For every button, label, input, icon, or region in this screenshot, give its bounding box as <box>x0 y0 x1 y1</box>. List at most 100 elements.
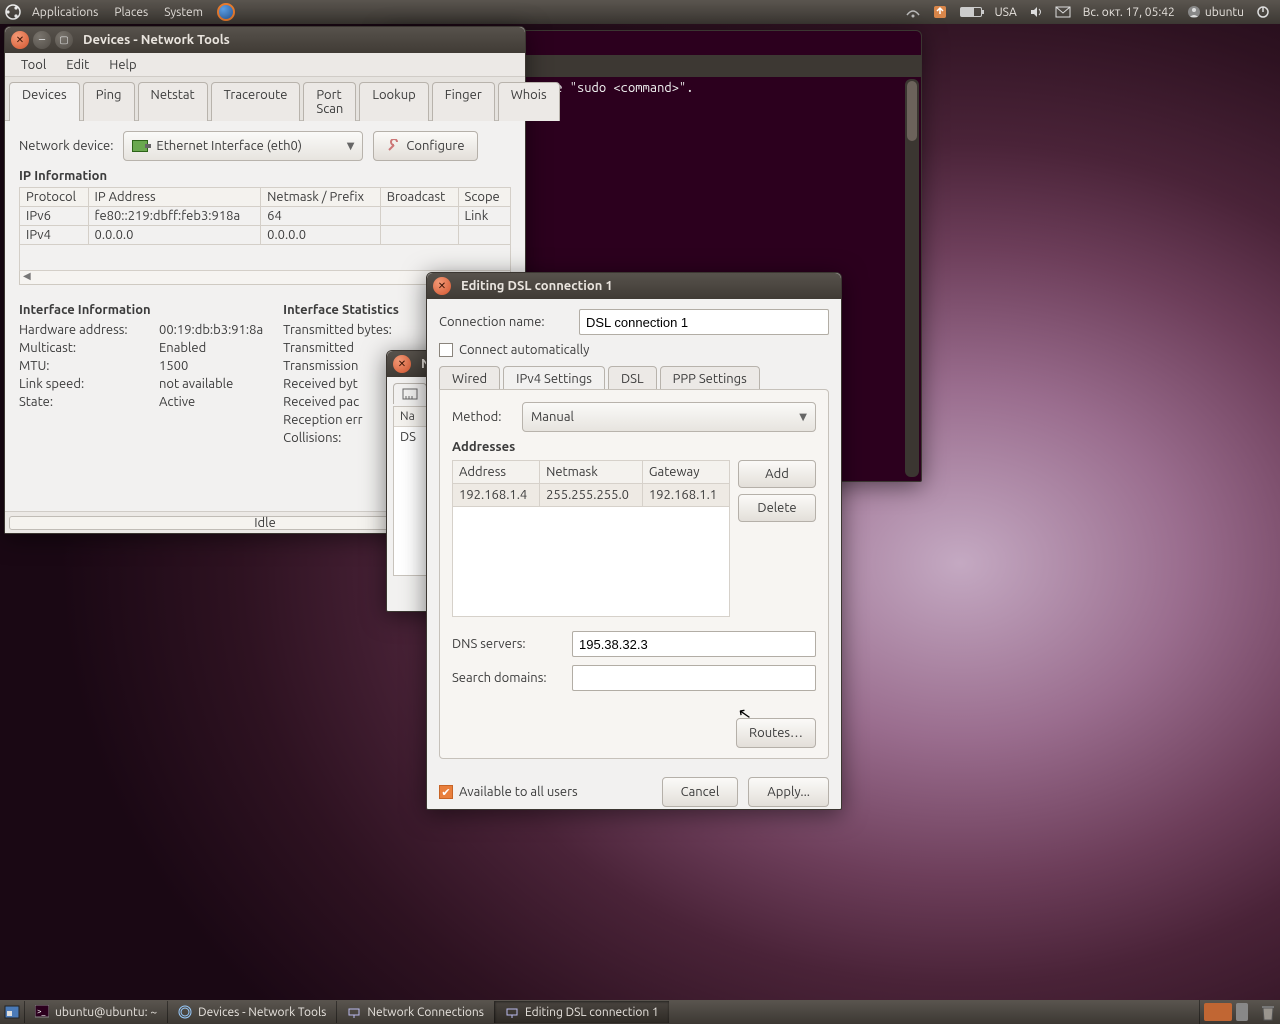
add-button[interactable]: Add <box>738 460 816 488</box>
task-terminal[interactable]: >_ ubuntu@ubuntu: ~ <box>24 1001 167 1023</box>
dsl-editing-dialog: ✕ Editing DSL connection 1 Connection na… <box>426 272 842 810</box>
dsl-titlebar[interactable]: ✕ Editing DSL connection 1 <box>427 273 841 299</box>
tab-ipv4[interactable]: IPv4 Settings <box>503 366 605 391</box>
cancel-button[interactable]: Cancel <box>662 777 739 807</box>
routes-button[interactable]: Routes… <box>736 718 816 748</box>
close-icon[interactable]: ✕ <box>11 31 29 49</box>
method-dropdown[interactable]: Manual ▼ <box>522 402 816 432</box>
ip-info-heading: IP Information <box>19 169 511 183</box>
tab-devices[interactable]: Devices <box>9 82 80 121</box>
clock-indicator[interactable]: Вс. окт. 17, 05:42 <box>1077 6 1181 19</box>
connect-auto-label[interactable]: Connect automatically <box>459 343 589 357</box>
ethernet-icon <box>402 388 418 400</box>
session-indicator-icon[interactable] <box>1250 5 1276 19</box>
chevron-down-icon: ▼ <box>799 411 807 423</box>
col-gateway[interactable]: Gateway <box>642 461 729 484</box>
close-icon[interactable]: ✕ <box>393 355 411 373</box>
available-all-users-checkbox[interactable]: ✔ <box>439 785 453 799</box>
connection-name-input[interactable] <box>579 309 829 335</box>
workspace-switcher[interactable] <box>1204 1003 1232 1021</box>
svg-text:>_: >_ <box>37 1007 46 1016</box>
trash-icon[interactable] <box>1260 1003 1276 1021</box>
nettools-tabbar: Devices Ping Netstat Traceroute Port Sca… <box>5 77 525 121</box>
nettools-titlebar[interactable]: ✕ ─ ▢ Devices - Network Tools <box>5 27 525 53</box>
show-desktop-button[interactable] <box>0 1000 24 1024</box>
top-panel: Applications Places System USA Вс. окт. … <box>0 0 1280 24</box>
close-icon[interactable]: ✕ <box>433 277 451 295</box>
user-name: ubuntu <box>1205 6 1244 19</box>
task-nettools[interactable]: Devices - Network Tools <box>167 1001 336 1023</box>
wrench-icon <box>386 139 400 153</box>
tab-traceroute[interactable]: Traceroute <box>211 82 301 121</box>
addresses-table[interactable]: Address Netmask Gateway 192.168.1.4 255.… <box>452 460 730 617</box>
nettools-menubar: Tool Edit Help <box>5 53 525 77</box>
help-menu[interactable]: Help <box>99 56 146 74</box>
network-connections-icon <box>347 1005 361 1019</box>
table-row[interactable]: IPv40.0.0.00.0.0.0 <box>20 226 511 245</box>
tab-lookup[interactable]: Lookup <box>359 82 428 121</box>
chevron-down-icon: ▼ <box>347 140 355 152</box>
method-value: Manual <box>531 410 574 424</box>
tool-menu[interactable]: Tool <box>11 56 56 74</box>
col-broadcast[interactable]: Broadcast <box>380 188 458 207</box>
volume-indicator-icon[interactable] <box>1023 5 1049 19</box>
iface-info-heading: Interface Information <box>19 303 263 317</box>
task-dsl-editing[interactable]: Editing DSL connection 1 <box>494 1001 669 1023</box>
dns-input[interactable] <box>572 631 816 657</box>
maximize-icon[interactable]: ▢ <box>55 31 73 49</box>
tab-ppp[interactable]: PPP Settings <box>660 366 760 391</box>
col-address[interactable]: Address <box>453 461 540 484</box>
configure-button[interactable]: Configure <box>373 131 477 161</box>
keyboard-indicator[interactable]: USA <box>988 6 1022 19</box>
minimize-icon[interactable]: ─ <box>33 31 51 49</box>
addresses-heading: Addresses <box>452 440 816 454</box>
search-domains-label: Search domains: <box>452 671 562 685</box>
network-tools-icon <box>178 1005 192 1019</box>
network-device-dropdown[interactable]: Ethernet Interface (eth0) ▼ <box>123 131 363 161</box>
tab-whois[interactable]: Whois <box>498 82 560 121</box>
update-indicator-icon[interactable] <box>926 4 954 20</box>
connect-auto-checkbox[interactable] <box>439 343 453 357</box>
tab-netstat[interactable]: Netstat <box>138 82 208 121</box>
tab-finger[interactable]: Finger <box>432 82 495 121</box>
search-domains-input[interactable] <box>572 665 816 691</box>
window-title: Devices - Network Tools <box>83 33 230 47</box>
available-all-users-label[interactable]: Available to all users <box>459 785 578 799</box>
ip-info-table: Protocol IP Address Netmask / Prefix Bro… <box>19 187 511 271</box>
dns-label: DNS servers: <box>452 637 562 651</box>
connection-name-label: Connection name: <box>439 315 569 329</box>
task-netconn[interactable]: Network Connections <box>336 1001 494 1023</box>
terminal-icon: >_ <box>35 1005 49 1019</box>
firefox-icon[interactable] <box>217 3 235 21</box>
col-netmask[interactable]: Netmask <box>540 461 643 484</box>
applications-menu[interactable]: Applications <box>24 6 106 19</box>
table-row[interactable]: 192.168.1.4 255.255.255.0 192.168.1.1 <box>453 484 730 507</box>
tab-dsl[interactable]: DSL <box>608 366 657 391</box>
col-scope[interactable]: Scope <box>458 188 510 207</box>
network-device-value: Ethernet Interface (eth0) <box>156 139 302 153</box>
system-menu[interactable]: System <box>156 6 211 19</box>
terminal-scrollbar[interactable] <box>905 79 919 477</box>
tab-wired[interactable]: Wired <box>439 366 500 391</box>
tab-wired[interactable] <box>393 383 427 404</box>
apply-button[interactable]: Apply... <box>748 777 829 807</box>
col-ip[interactable]: IP Address <box>88 188 261 207</box>
network-indicator-icon[interactable] <box>900 5 926 19</box>
ubuntu-logo-icon[interactable] <box>4 3 22 21</box>
delete-button[interactable]: Delete <box>738 494 816 522</box>
method-label: Method: <box>452 410 512 424</box>
messaging-indicator-icon[interactable] <box>1049 6 1077 18</box>
tab-portscan[interactable]: Port Scan <box>303 82 356 121</box>
ethernet-icon <box>132 140 148 152</box>
user-indicator[interactable]: ubuntu <box>1181 5 1250 19</box>
window-title: Editing DSL connection 1 <box>461 279 613 293</box>
col-netmask[interactable]: Netmask / Prefix <box>261 188 381 207</box>
edit-menu[interactable]: Edit <box>56 56 99 74</box>
network-device-label: Network device: <box>19 139 113 153</box>
tab-ping[interactable]: Ping <box>83 82 135 121</box>
battery-indicator-icon[interactable] <box>954 7 988 17</box>
table-row[interactable]: IPv6fe80::219:dbff:feb3:918a64Link <box>20 207 511 226</box>
col-protocol[interactable]: Protocol <box>20 188 89 207</box>
places-menu[interactable]: Places <box>106 6 156 19</box>
bottom-panel: >_ ubuntu@ubuntu: ~ Devices - Network To… <box>0 1000 1280 1024</box>
